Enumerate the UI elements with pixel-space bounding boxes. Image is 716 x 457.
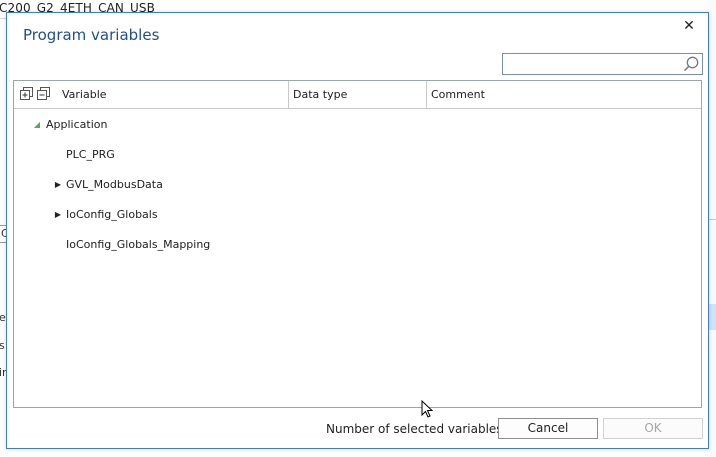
background-fragment: s (0, 339, 5, 352)
tree-row-label: PLC_PRG (66, 148, 115, 161)
column-label-variable: Variable (62, 88, 107, 101)
tree-row-ioconfig-globals[interactable]: ▶ IoConfig_Globals (14, 200, 701, 230)
tree-row-label: GVL_ModbusData (66, 178, 163, 191)
tree-row-gvl-modbusdata[interactable]: ▶ GVL_ModbusData (14, 170, 701, 200)
column-header-data-type[interactable]: Data type (289, 81, 427, 108)
tree-row-plc-prg[interactable]: PLC_PRG (14, 140, 701, 170)
search-input[interactable] (503, 54, 687, 74)
tree-row-label: IoConfig_Globals_Mapping (66, 238, 211, 251)
search-icon[interactable] (682, 55, 700, 73)
expand-all-icon[interactable] (20, 87, 33, 100)
collapsed-triangle-icon[interactable]: ▶ (53, 200, 63, 230)
collapse-all-icon[interactable] (37, 87, 50, 100)
column-header-variable[interactable]: Variable (14, 81, 289, 108)
mouse-cursor-icon (421, 400, 434, 418)
program-variables-dialog: Program variables ✕ Variable Data type C… (6, 12, 709, 449)
close-button[interactable]: ✕ (680, 17, 698, 35)
background-fragment: e (0, 311, 6, 324)
tree-row-label: IoConfig_Globals (66, 208, 158, 221)
tree-row-label: Application (46, 118, 108, 131)
column-header-comment[interactable]: Comment (427, 81, 701, 108)
tree-row-ioconfig-globals-mapping[interactable]: IoConfig_Globals_Mapping (14, 230, 701, 260)
selected-count-status: Number of selected variables: 0 (326, 422, 519, 436)
grid-header: Variable Data type Comment (14, 81, 701, 109)
cancel-button[interactable]: Cancel (498, 418, 598, 439)
expanded-triangle-icon[interactable]: ◢ (32, 110, 42, 140)
variables-tree-grid: Variable Data type Comment ◢ Application… (13, 80, 702, 408)
dialog-title: Program variables (23, 26, 160, 44)
ok-button[interactable]: OK (603, 418, 703, 439)
search-field[interactable] (502, 53, 703, 75)
tree-row-application[interactable]: ◢ Application (14, 110, 701, 140)
collapsed-triangle-icon[interactable]: ▶ (53, 170, 63, 200)
